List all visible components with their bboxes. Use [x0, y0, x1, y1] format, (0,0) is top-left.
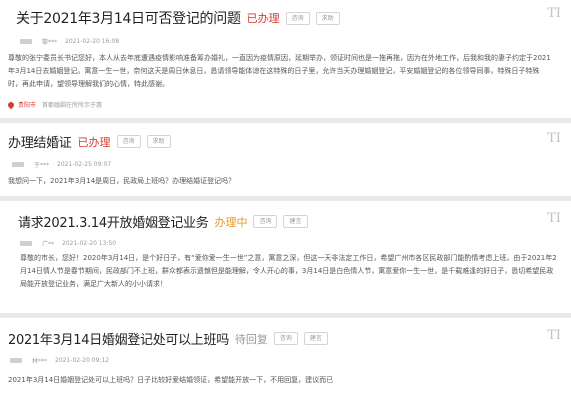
post-title[interactable]: 办理结婚证 [8, 132, 72, 151]
post-card[interactable]: 2021年3月14日婚姻登记处可以上班吗 待回复 咨询 建言 TI 林*** 2… [0, 318, 571, 401]
post-title-row: 办理结婚证 已办理 咨询 求助 [8, 132, 171, 151]
post-date: 2021-02-20 16:08 [65, 38, 120, 45]
author-name: 广** [42, 241, 55, 248]
status-badge: 办理中 [214, 215, 248, 229]
location-pin-icon [6, 100, 16, 109]
post-body: 尊敬的市长，您好！2020年3月14日，是个好日子，有“爱你爱一生一世”之意，寓… [20, 254, 557, 288]
tag-advice[interactable]: 建言 [283, 215, 308, 228]
tag-help[interactable]: 求助 [315, 11, 340, 25]
text-type-icon: TI [547, 211, 561, 226]
tag-help[interactable]: 求助 [146, 135, 171, 148]
text-type-icon: TI [547, 131, 561, 146]
post-card[interactable]: 关于2021年3月14日可否登记的问题 已办理 咨询 求助 TI 黎*** 20… [0, 0, 571, 118]
post-body: 尊敬的张宁委员长书记您好，本人从去年底遭遇疫情影响准备筹办婚礼，一直因为疫情原因… [8, 54, 551, 88]
post-date: 2021-02-20 09:12 [55, 357, 110, 364]
avatar [10, 358, 22, 363]
author-name: 林*** [32, 358, 48, 365]
post-date: 2021-02-20 13:50 [62, 240, 117, 247]
tag-consult[interactable]: 咨询 [273, 332, 298, 345]
author-name: 于*** [34, 162, 50, 169]
text-type-icon: TI [547, 328, 561, 343]
avatar [20, 241, 32, 246]
status-badge: 已办理 [246, 12, 280, 25]
post-title-row: 2021年3月14日婚姻登记处可以上班吗 待回复 咨询 建言 [8, 329, 328, 348]
post-title-row: 请求2021.3.14开放婚姻登记业务 办理中 咨询 建言 [18, 212, 308, 231]
post-body: 2021年3月14日婚姻登记处可以上班吗？日子比较好爱结婚领证，希望能开放一下，… [8, 376, 334, 384]
tag-consult[interactable]: 咨询 [116, 135, 141, 148]
post-title[interactable]: 2021年3月14日婚姻登记处可以上班吗 [8, 329, 229, 348]
location-text: 首都婚姻在所所示于惠 [42, 102, 103, 109]
post-card[interactable]: 办理结婚证 已办理 咨询 求助 TI 于*** 2021-02-25 09:07… [0, 123, 571, 196]
tag-advice[interactable]: 建言 [303, 332, 328, 345]
post-meta: 黎*** 2021-02-20 16:08 [20, 37, 119, 46]
post-meta: 广** 2021-02-20 13:50 [20, 239, 116, 248]
post-meta: 林*** 2021-02-20 09:12 [10, 356, 109, 365]
avatar [20, 39, 32, 44]
post-body: 我想问一下，2021年3月14是周日，民政局上班吗？办理结婚证登记吗？ [8, 177, 236, 185]
status-badge: 待回复 [234, 332, 268, 346]
status-badge: 已办理 [77, 135, 111, 149]
tag-consult[interactable]: 咨询 [253, 215, 278, 228]
location-row: 贵阳市 首都婚姻在所所示于惠 [6, 100, 103, 109]
tag-consult[interactable]: 咨询 [285, 11, 310, 25]
author-name: 黎*** [42, 39, 58, 46]
post-card[interactable]: 请求2021.3.14开放婚姻登记业务 办理中 咨询 建言 TI 广** 202… [0, 201, 571, 313]
location-label[interactable]: 贵阳市 [18, 100, 36, 109]
post-date: 2021-02-25 09:07 [57, 161, 112, 168]
text-type-icon: TI [547, 6, 561, 21]
post-title[interactable]: 关于2021年3月14日可否登记的问题 [16, 8, 241, 28]
post-title-row: 关于2021年3月14日可否登记的问题 已办理 咨询 求助 [16, 8, 340, 28]
avatar [12, 162, 24, 167]
post-feed: 关于2021年3月14日可否登记的问题 已办理 咨询 求助 TI 黎*** 20… [0, 0, 571, 401]
post-meta: 于*** 2021-02-25 09:07 [12, 160, 111, 169]
post-title[interactable]: 请求2021.3.14开放婚姻登记业务 [18, 212, 209, 231]
